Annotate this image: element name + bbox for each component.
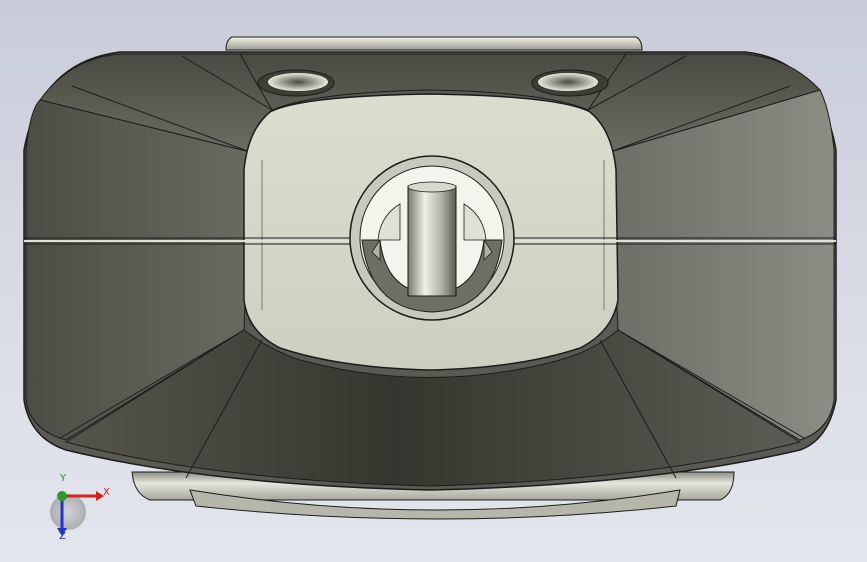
- y-axis-label: Y: [60, 473, 67, 484]
- 3d-model[interactable]: [0, 0, 867, 562]
- x-axis-label: X: [103, 487, 110, 498]
- shaft: [407, 185, 457, 297]
- coordinate-triad: X Y Z: [40, 474, 120, 548]
- top-tab: [225, 36, 643, 51]
- graphics-viewport[interactable]: X Y Z: [0, 0, 867, 562]
- center-bore: [349, 155, 515, 321]
- z-axis-label: Z: [59, 531, 66, 542]
